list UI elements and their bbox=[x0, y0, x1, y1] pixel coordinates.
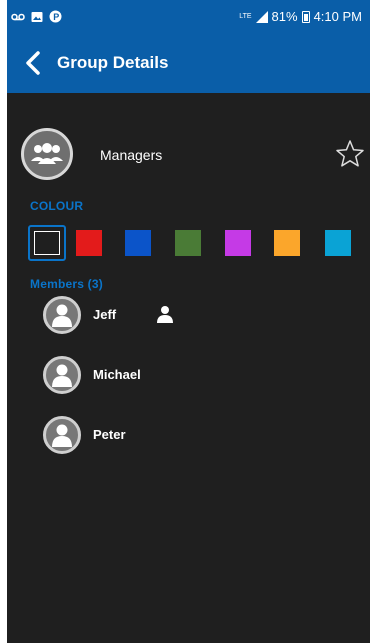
svg-text:P: P bbox=[53, 12, 59, 22]
app-screen: P LTE 81% 4:10 PM Group Details Managers… bbox=[7, 0, 370, 643]
person-icon bbox=[52, 304, 72, 327]
colour-swatch-selected[interactable] bbox=[28, 225, 66, 261]
colour-swatch-cyan[interactable] bbox=[325, 230, 351, 256]
group-name: Managers bbox=[100, 147, 163, 163]
member-row[interactable]: Jeff bbox=[43, 296, 343, 336]
member-row[interactable]: Michael bbox=[43, 356, 343, 396]
colour-swatches bbox=[28, 225, 358, 261]
page-title: Group Details bbox=[57, 53, 169, 72]
battery-percent: 81% bbox=[271, 9, 298, 24]
admin-person-icon bbox=[157, 306, 173, 323]
colour-swatch-blue[interactable] bbox=[125, 230, 151, 256]
clock: 4:10 PM bbox=[313, 9, 362, 24]
battery-icon bbox=[301, 10, 310, 23]
image-icon bbox=[31, 11, 43, 22]
favorite-star-icon[interactable] bbox=[334, 138, 366, 170]
group-icon bbox=[31, 143, 63, 164]
status-bar: P LTE 81% 4:10 PM bbox=[7, 0, 370, 33]
avatar bbox=[43, 356, 81, 394]
colour-label: COLOUR bbox=[30, 199, 84, 213]
person-icon bbox=[52, 424, 72, 447]
avatar bbox=[43, 416, 81, 454]
members-label: Members (3) bbox=[30, 277, 103, 291]
colour-swatch-orange[interactable] bbox=[274, 230, 300, 256]
avatar bbox=[43, 296, 81, 334]
colour-swatch-red[interactable] bbox=[76, 230, 102, 256]
colour-swatch-purple[interactable] bbox=[225, 230, 251, 256]
colour-swatch-green[interactable] bbox=[175, 230, 201, 256]
member-row[interactable]: Peter bbox=[43, 416, 343, 456]
signal-icon bbox=[255, 10, 268, 23]
person-icon bbox=[52, 364, 72, 387]
notification-icons: P bbox=[11, 10, 62, 23]
member-name: Peter bbox=[93, 427, 126, 442]
member-name: Michael bbox=[93, 367, 141, 382]
group-avatar bbox=[21, 128, 73, 180]
back-arrow-icon[interactable] bbox=[19, 49, 47, 77]
parking-app-icon: P bbox=[49, 10, 62, 23]
group-header: Managers bbox=[7, 128, 370, 182]
member-name: Jeff bbox=[93, 307, 117, 322]
voicemail-icon bbox=[11, 13, 25, 20]
network-type: LTE bbox=[239, 13, 252, 20]
app-bar: Group Details bbox=[7, 33, 370, 93]
system-status: LTE 81% 4:10 PM bbox=[239, 9, 362, 24]
